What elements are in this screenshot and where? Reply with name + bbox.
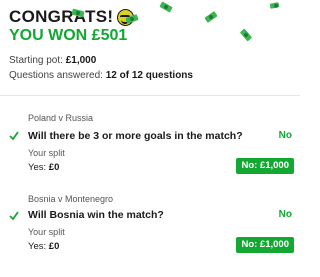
split-label: Your split (28, 227, 65, 237)
money-note-icon (204, 11, 218, 23)
starting-pot-value: £1,000 (65, 55, 97, 66)
yes-split: Yes: £0 (28, 162, 59, 173)
no-split-badge: No: £1,000 (236, 237, 294, 253)
money-note-icon (239, 28, 253, 42)
check-icon (9, 131, 19, 141)
split-label: Your split (28, 148, 65, 158)
questions-answered-value: 12 of 12 questions (105, 70, 193, 81)
answer-value: No (278, 130, 292, 141)
check-icon (9, 211, 19, 221)
yes-value: £0 (48, 241, 60, 252)
congrats-text: CONGRATS! (9, 7, 114, 26)
yes-label: Yes: (28, 241, 47, 252)
yes-value: £0 (48, 162, 60, 173)
starting-pot: Starting pot: £1,000 (9, 55, 96, 66)
question-text: Will Bosnia win the match? (28, 209, 164, 221)
questions-answered: Questions answered: 12 of 12 questions (9, 70, 193, 81)
divider (0, 95, 300, 96)
result-header: CONGRATS! YOU WON £501 Starting pot: £1,… (0, 0, 300, 95)
yes-label: Yes: (28, 162, 47, 173)
questions-answered-label: Questions answered: (9, 70, 103, 81)
money-note-icon (269, 2, 280, 9)
question-text: Will there be 3 or more goals in the mat… (28, 130, 243, 142)
no-split-badge: No: £1,000 (236, 158, 294, 174)
match-name: Bosnia v Montenegro (28, 194, 114, 204)
winnings-title: YOU WON £501 (9, 27, 128, 44)
starting-pot-label: Starting pot: (9, 55, 63, 66)
answer-value: No (278, 209, 292, 220)
match-name: Poland v Russia (28, 113, 94, 123)
money-note-icon (159, 1, 173, 13)
yes-split: Yes: £0 (28, 241, 59, 252)
